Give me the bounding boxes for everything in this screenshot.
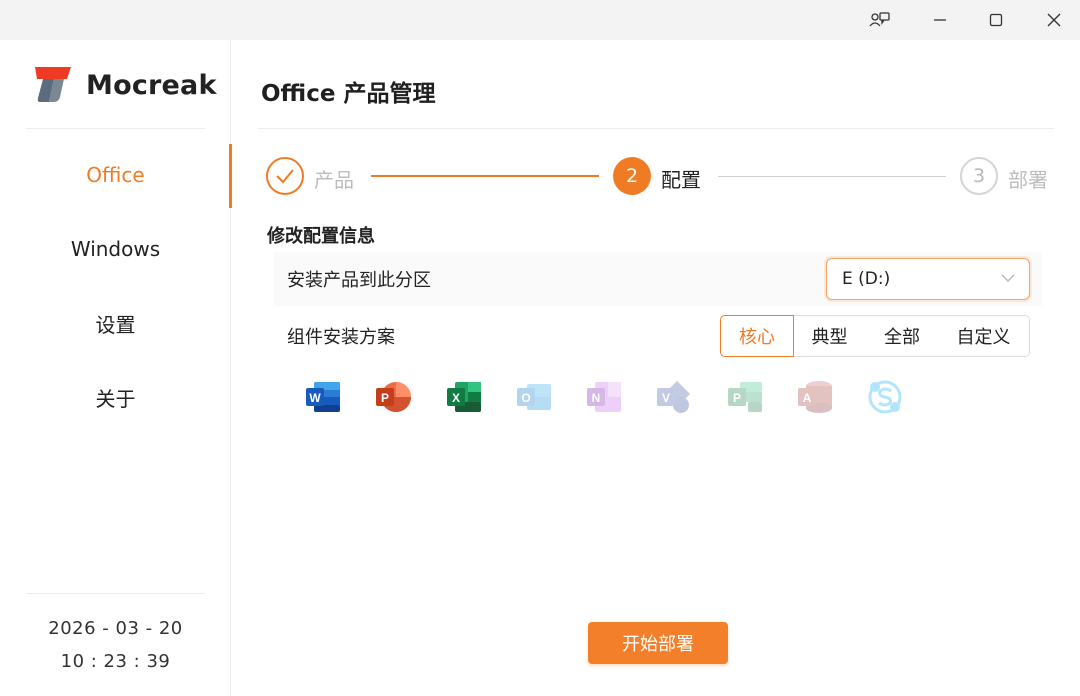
mocreak-logo-icon xyxy=(35,67,71,102)
clock-time: 10 : 23 : 39 xyxy=(60,651,171,672)
chevron-down-icon xyxy=(1001,274,1015,282)
section-title: 修改配置信息 xyxy=(267,226,375,247)
minimize-icon[interactable] xyxy=(912,0,968,40)
project-icon[interactable]: P xyxy=(726,378,764,416)
visio-icon[interactable]: V xyxy=(655,378,693,416)
svg-text:O: O xyxy=(521,391,530,405)
sidebar-item-label: 关于 xyxy=(95,386,136,411)
install-partition-label: 安装产品到此分区 xyxy=(287,270,431,291)
title-divider xyxy=(258,128,1054,129)
plan-option-all[interactable]: 全部 xyxy=(866,315,939,357)
start-deploy-button[interactable]: 开始部署 xyxy=(588,622,728,664)
sidebar-divider xyxy=(26,128,205,129)
page-title: Office 产品管理 xyxy=(261,81,436,107)
sidebar-item-label: Windows xyxy=(70,237,161,261)
plan-option-core[interactable]: 核心 xyxy=(720,315,794,357)
word-icon[interactable]: W xyxy=(304,378,342,416)
close-icon[interactable] xyxy=(1026,0,1080,40)
sidebar-item-settings[interactable]: 设置 xyxy=(0,292,231,354)
excel-icon[interactable]: X xyxy=(445,378,483,416)
step-2-number: 2 xyxy=(613,157,651,195)
svg-text:P: P xyxy=(733,391,741,405)
partition-select-value: E (D:) xyxy=(842,269,891,289)
sidebar-item-office[interactable]: Office xyxy=(0,144,232,208)
app-name: Mocreak xyxy=(86,69,217,101)
plan-option-typical[interactable]: 典型 xyxy=(793,315,867,357)
sidebar-item-about[interactable]: 关于 xyxy=(0,366,231,428)
feedback-icon[interactable] xyxy=(852,0,908,40)
step-connector xyxy=(371,175,599,177)
skype-icon[interactable] xyxy=(866,378,904,416)
svg-text:W: W xyxy=(309,391,321,405)
main-panel: Office 产品管理 产品 2 配置 3 部署 修改配置信息 安装产品到此分区… xyxy=(232,40,1080,696)
plan-option-custom[interactable]: 自定义 xyxy=(938,315,1030,357)
svg-text:P: P xyxy=(381,391,389,405)
powerpoint-icon[interactable]: P xyxy=(374,378,412,416)
svg-text:X: X xyxy=(452,391,460,405)
app-logo: Mocreak xyxy=(34,67,217,103)
partition-select[interactable]: E (D:) xyxy=(826,258,1030,300)
onenote-icon[interactable]: N xyxy=(585,378,623,416)
step-3-label: 部署 xyxy=(1008,168,1048,192)
title-bar xyxy=(0,0,1080,40)
step-3-number: 3 xyxy=(960,157,998,195)
step-2-label: 配置 xyxy=(661,168,701,192)
svg-text:N: N xyxy=(592,391,601,405)
sidebar-item-windows[interactable]: Windows xyxy=(0,218,231,280)
maximize-icon[interactable] xyxy=(968,0,1024,40)
outlook-icon[interactable]: O xyxy=(515,378,553,416)
sidebar-divider xyxy=(26,593,205,594)
clock-date: 2026 - 03 - 20 xyxy=(48,618,183,639)
svg-text:A: A xyxy=(803,391,812,405)
sidebar: Mocreak Office Windows 设置 关于 2026 - 03 -… xyxy=(0,40,232,696)
component-plan-label: 组件安装方案 xyxy=(287,327,395,348)
step-connector xyxy=(718,176,946,177)
sidebar-item-label: 设置 xyxy=(95,312,136,337)
step-1-label: 产品 xyxy=(314,168,354,192)
sidebar-item-label: Office xyxy=(86,163,145,187)
access-icon[interactable]: A xyxy=(796,378,834,416)
step-1-check-icon xyxy=(266,157,304,195)
svg-text:V: V xyxy=(662,391,670,405)
